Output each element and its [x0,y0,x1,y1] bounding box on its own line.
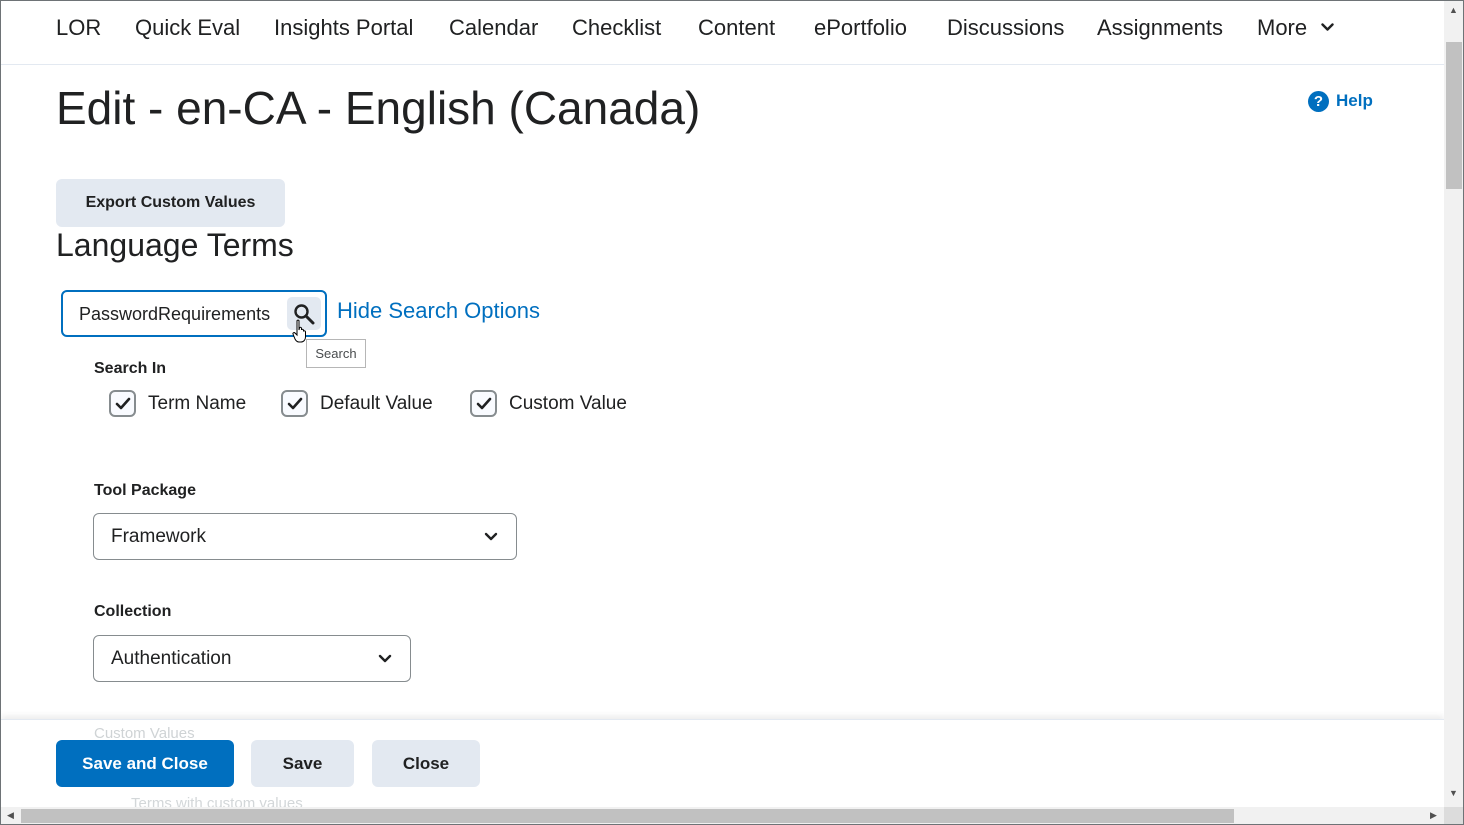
search-input[interactable] [79,301,283,327]
tool-package-label: Tool Package [94,482,196,499]
checkbox-box[interactable] [281,390,308,417]
horizontal-scroll-thumb[interactable] [21,809,1234,823]
browser-frame: LOR Quick Eval Insights Portal Calendar … [0,0,1464,825]
nav-item-eportfolio[interactable]: ePortfolio [814,15,907,41]
vertical-scrollbar[interactable]: ▲ ▼ [1444,1,1463,807]
search-tooltip: Search [306,339,366,368]
export-custom-values-button[interactable]: Export Custom Values [56,179,285,227]
close-button[interactable]: Close [372,740,480,787]
nav-item-quick-eval[interactable]: Quick Eval [135,15,240,41]
collection-select[interactable]: Authentication [93,635,411,682]
section-title: Language Terms [56,227,294,263]
checkbox-label: Default Value [320,392,433,414]
search-in-label: Search In [94,360,167,377]
top-navigation: LOR Quick Eval Insights Portal Calendar … [1,1,1444,65]
save-button[interactable]: Save [251,740,354,787]
checkmark-icon [115,397,130,410]
scroll-up-icon[interactable]: ▲ [1449,6,1458,15]
search-field [61,290,327,337]
collection-value: Authentication [111,647,232,669]
checkmark-icon [287,397,302,410]
chevron-down-icon [484,532,498,541]
nav-item-lor[interactable]: LOR [56,15,101,41]
nav-more-label: More [1257,15,1308,40]
nav-item-content[interactable]: Content [698,15,775,41]
help-icon: ? [1308,90,1329,112]
scroll-down-icon[interactable]: ▼ [1449,789,1458,798]
nav-item-checklist[interactable]: Checklist [572,15,661,41]
nav-item-assignments[interactable]: Assignments [1097,15,1223,41]
checkbox-term-name[interactable]: Term Name [109,390,246,417]
save-and-close-button[interactable]: Save and Close [56,740,234,787]
scroll-left-icon[interactable]: ◀ [7,811,14,820]
vertical-scroll-thumb[interactable] [1446,42,1462,189]
checkbox-box[interactable] [109,390,136,417]
help-link[interactable]: ? Help [1308,90,1373,112]
tool-package-value: Framework [111,525,207,547]
scrollbar-corner [1444,807,1463,824]
checkbox-custom-value[interactable]: Custom Value [470,390,627,417]
collection-label: Collection [94,603,172,620]
page-title: Edit - en-CA - English (Canada) [56,82,701,134]
chevron-down-icon [378,654,392,663]
nav-item-more[interactable]: More [1257,15,1334,41]
chevron-down-icon [1321,22,1334,31]
nav-item-insights-portal[interactable]: Insights Portal [274,15,413,41]
checkbox-default-value[interactable]: Default Value [281,390,433,417]
checkbox-label: Term Name [148,392,247,414]
horizontal-scrollbar[interactable]: ◀ ▶ [1,807,1444,824]
scroll-right-icon[interactable]: ▶ [1430,811,1437,820]
hide-search-options-link[interactable]: Hide Search Options [337,298,540,324]
checkbox-box[interactable] [470,390,497,417]
nav-item-discussions[interactable]: Discussions [947,15,1064,41]
tool-package-select[interactable]: Framework [93,513,517,560]
nav-item-calendar[interactable]: Calendar [449,15,538,41]
checkbox-label: Custom Value [509,392,627,414]
help-label: Help [1336,91,1373,110]
checkmark-icon [476,397,491,410]
